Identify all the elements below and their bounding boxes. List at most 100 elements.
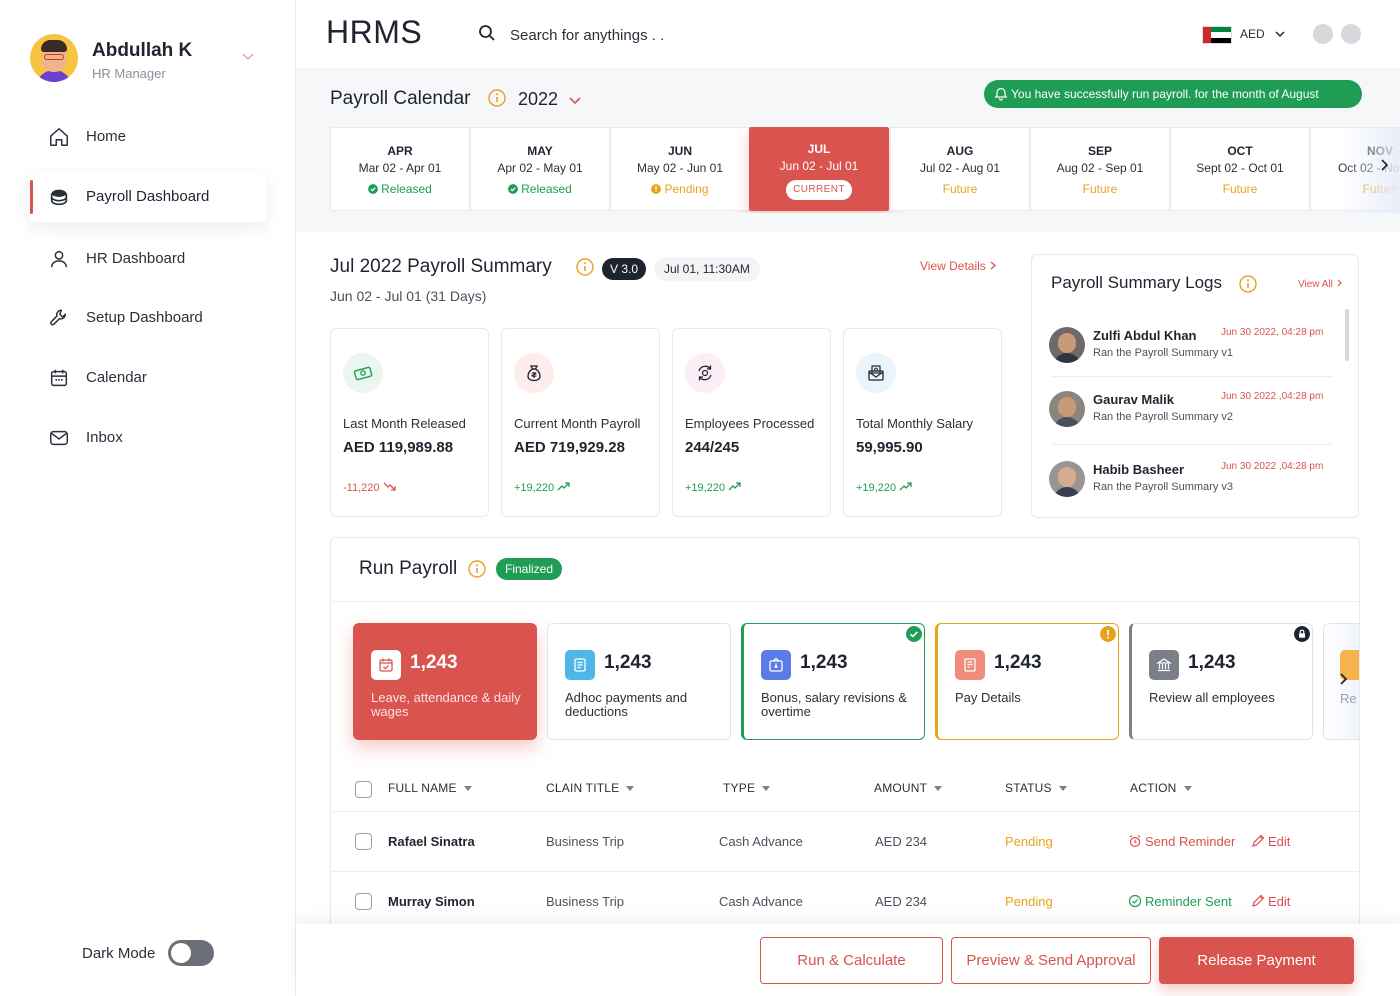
year-selector[interactable]: 2022 [518,89,558,110]
header-action-button[interactable] [1341,24,1361,44]
dark-mode-setting: Dark Mode [82,940,222,968]
sidebar-item-home[interactable]: Home [30,112,266,162]
run-calculate-button[interactable]: Run & Calculate [760,937,943,984]
log-entry[interactable]: Habib Basheer Jun 30 2022 ,04:28 pm Ran … [1049,461,1335,521]
step-card-review-employees[interactable]: 1,243 Review all employees [1129,623,1313,740]
dark-mode-toggle[interactable] [168,940,214,966]
month-card-may[interactable]: MAY Apr 02 - May 01 Released [470,127,610,211]
toast-message: You have successfully run payroll. for t… [1011,87,1319,101]
money-stack-icon [50,189,68,206]
divider [1052,376,1332,377]
column-header-claim-title[interactable]: CLAIN TITLE [546,781,635,795]
month-status: Future [1222,182,1258,196]
info-icon[interactable] [468,560,486,578]
version-badge: V 3.0 [602,258,647,280]
column-header-action[interactable]: ACTION [1130,781,1192,795]
month-card-apr[interactable]: APR Mar 02 - Apr 01 Released [330,127,470,211]
stat-change: +19,220 [856,481,913,494]
month-range: Sept 02 - Oct 01 [1196,161,1284,175]
chevron-down-icon[interactable] [240,48,256,64]
wrench-icon [50,309,67,326]
calendar-check-icon [371,650,401,680]
payroll-calendar-title: Payroll Calendar [330,88,471,109]
step-card-adhoc-payments[interactable]: 1,243 Adhoc payments and deductions [547,623,731,740]
sidebar-item-setup-dashboard[interactable]: Setup Dashboard [30,293,266,343]
step-card-pay-details[interactable]: 1,243 Pay Details [935,623,1119,740]
logs-scrollbar[interactable] [1345,309,1349,361]
bank-icon [1149,650,1179,680]
view-all-link[interactable]: View All [1298,279,1343,290]
month-status: Future [1082,182,1118,196]
month-label: APR [387,144,413,158]
avatar [1049,327,1085,363]
sidebar-item-label: Setup Dashboard [86,309,203,326]
release-payment-button[interactable]: Release Payment [1159,937,1354,984]
logs-title: Payroll Summary Logs [1051,273,1223,292]
step-card-leave-attendance[interactable]: 1,243 Leave, attendance & daily wages [353,623,537,740]
month-status: Pending [611,182,749,196]
month-status: Future [942,182,978,196]
month-card-sep[interactable]: SEP Aug 02 - Sep 01 Future [1030,127,1170,211]
chevron-right-icon [1337,279,1342,287]
chevron-right-icon[interactable] [1337,672,1351,686]
header-action-button[interactable] [1313,24,1333,44]
stat-label: Total Monthly Salary [856,416,974,431]
log-timestamp: Jun 30 2022, 04:28 pm [1221,327,1324,338]
info-icon[interactable] [1239,275,1257,293]
info-icon[interactable] [576,258,594,276]
month-card-jun[interactable]: JUN May 02 - Jun 01 Pending [610,127,750,211]
column-header-type[interactable]: TYPE [723,781,771,795]
sort-caret-icon [762,786,771,791]
view-details-link[interactable]: View Details [920,259,997,273]
run-payroll-section: Run Payroll Finalized 1,243 Leave, atten… [330,537,1360,937]
sidebar-item-hr-dashboard[interactable]: HR Dashboard [30,234,266,284]
log-entry[interactable]: Gaurav Malik Jun 30 2022 ,04:28 pm Ran t… [1049,391,1335,451]
send-reminder-button[interactable]: Send Reminder [1128,834,1235,849]
month-card-aug[interactable]: AUG Jul 02 - Aug 01 Future [890,127,1030,211]
chevron-right-icon[interactable] [1378,158,1392,172]
column-header-amount[interactable]: AMOUNT [874,781,943,795]
user-profile[interactable]: Abdullah K HR Manager [30,34,270,86]
step-count: 1,243 [604,652,652,673]
step-description: Re [1340,691,1357,706]
column-header-full-name[interactable]: FULL NAME [388,781,472,795]
payroll-summary-title: Jul 2022 Payroll Summary [330,256,552,277]
sidebar-item-label: Home [86,128,127,145]
month-label: AUG [946,144,974,158]
stat-card-current-month: Current Month Payroll AED 719,929.28 +19… [501,328,660,517]
divider [331,601,1359,602]
chevron-down-icon[interactable] [568,93,582,107]
log-entry[interactable]: Zulfi Abdul Khan Jun 30 2022, 04:28 pm R… [1049,327,1335,387]
stat-value: AED 119,989.88 [343,439,454,456]
sidebar-item-payroll-dashboard[interactable]: Payroll Dashboard [30,172,266,222]
row-checkbox[interactable] [355,833,372,850]
currency-selector[interactable]: AED [1202,22,1292,46]
search-input[interactable] [510,22,810,48]
month-range: Jul 02 - Aug 01 [919,161,1001,175]
check-circle-icon [508,184,519,194]
month-card-oct[interactable]: OCT Sept 02 - Oct 01 Future [1170,127,1310,211]
row-checkbox[interactable] [355,893,372,910]
select-all-checkbox[interactable] [355,781,372,798]
log-description: Ran the Payroll Summary v3 [1093,481,1233,493]
month-range: Mar 02 - Apr 01 [358,161,442,175]
month-card-jul[interactable]: JUL Jun 02 - Jul 01 CURRENT [749,127,889,211]
cell-status: Pending [1005,834,1053,849]
edit-button[interactable]: Edit [1251,834,1290,849]
sidebar-item-inbox[interactable]: Inbox [30,413,266,463]
stat-card-last-month: Last Month Released AED 119,989.88 -11,2… [330,328,489,517]
stat-change: +19,220 [685,481,742,494]
column-header-status[interactable]: STATUS [1005,781,1067,795]
step-card-bonus-revisions[interactable]: 1,243 Bonus, salary revisions & overtime [741,623,925,740]
info-icon[interactable] [488,89,506,107]
sidebar-item-calendar[interactable]: Calendar [30,353,266,403]
month-label: SEP [1087,144,1112,158]
mail-icon [50,430,68,446]
log-description: Ran the Payroll Summary v2 [1093,411,1233,423]
status-badge: Finalized [496,558,563,580]
edit-button[interactable]: Edit [1251,894,1290,909]
cell-full-name: Murray Simon [388,894,475,909]
check-circle-icon [906,626,922,642]
preview-send-approval-button[interactable]: Preview & Send Approval [951,937,1151,984]
bell-icon [994,87,1008,101]
